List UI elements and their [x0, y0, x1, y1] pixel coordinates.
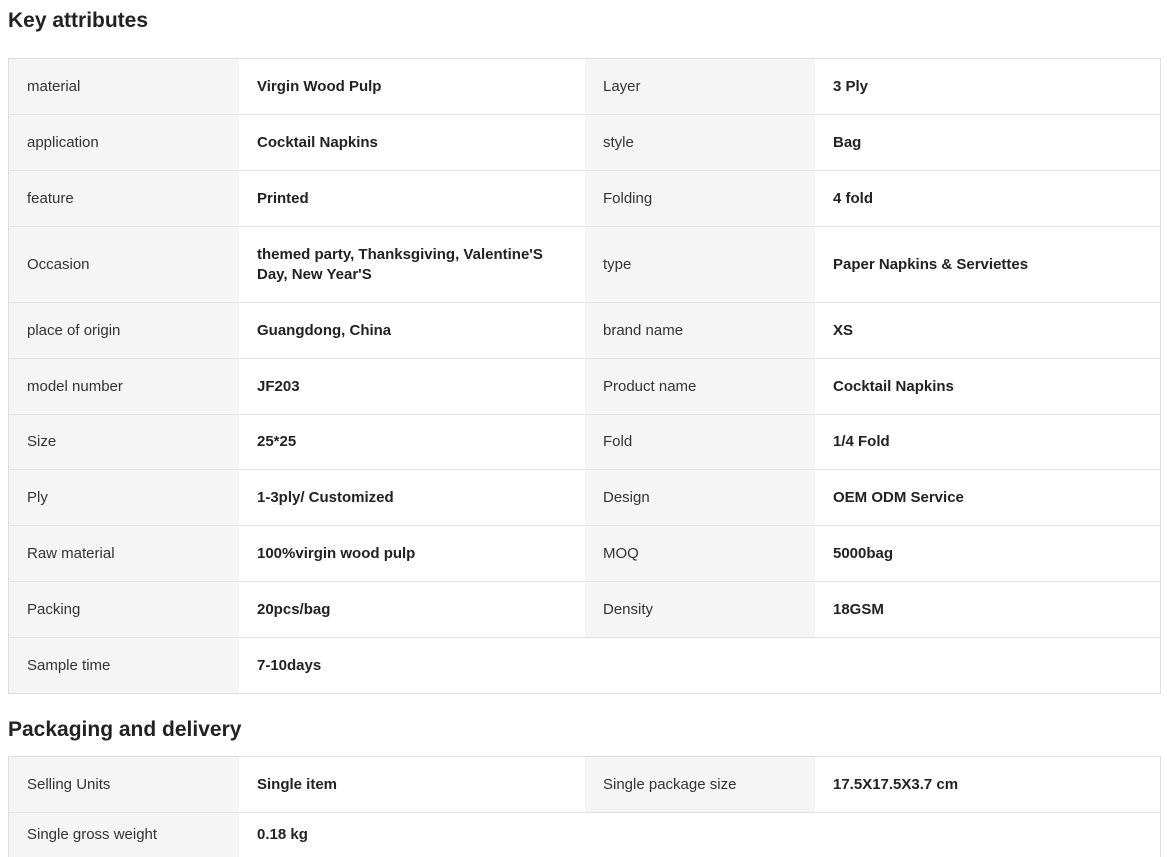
- attribute-value: 4 fold: [815, 171, 1160, 226]
- attribute-name: Ply: [9, 470, 239, 525]
- attribute-value: 1/4 Fold: [815, 415, 1160, 469]
- attribute-name: Sample time: [9, 638, 239, 693]
- attribute-name: application: [9, 115, 239, 170]
- table-row: application Cocktail Napkins style Bag: [9, 115, 1160, 171]
- attribute-name: Layer: [585, 59, 815, 114]
- attribute-name: place of origin: [9, 303, 239, 358]
- attribute-value: Virgin Wood Pulp: [239, 59, 585, 114]
- attribute-name: brand name: [585, 303, 815, 358]
- attribute-value: Bag: [815, 115, 1160, 170]
- attribute-name: Size: [9, 415, 239, 469]
- attribute-value: 1-3ply/ Customized: [239, 470, 585, 525]
- attribute-name: material: [9, 59, 239, 114]
- attribute-name: Density: [585, 582, 815, 637]
- attribute-value: 0.18 kg: [239, 813, 585, 857]
- attribute-value: 17.5X17.5X3.7 cm: [815, 757, 1160, 812]
- attribute-value: Cocktail Napkins: [239, 115, 585, 170]
- table-row: model number JF203 Product name Cocktail Na…: [9, 359, 1160, 415]
- attribute-name: feature: [9, 171, 239, 226]
- table-row: Selling Units Single item Single package s…: [9, 757, 1160, 813]
- attribute-name: Raw material: [9, 526, 239, 581]
- attribute-name: Folding: [585, 171, 815, 226]
- attribute-name: Selling Units: [9, 757, 239, 812]
- table-row: Sample time 7-10days: [9, 638, 1160, 693]
- attribute-value: Printed: [239, 171, 585, 226]
- attribute-value: Cocktail Napkins: [815, 359, 1160, 414]
- attribute-value: OEM ODM Service: [815, 470, 1160, 525]
- attribute-name: type: [585, 227, 815, 302]
- attribute-value: JF203: [239, 359, 585, 414]
- empty-cell: [585, 813, 1160, 857]
- packaging-delivery-table: Selling Units Single item Single package s…: [8, 756, 1161, 857]
- attribute-value: 100%virgin wood pulp: [239, 526, 585, 581]
- table-row: place of origin Guangdong, China brand nam…: [9, 303, 1160, 359]
- attribute-value: Guangdong, China: [239, 303, 585, 358]
- attribute-name: style: [585, 115, 815, 170]
- attribute-value: Single item: [239, 757, 585, 812]
- table-row: Single gross weight 0.18 kg: [9, 813, 1160, 857]
- attribute-value: 3 Ply: [815, 59, 1160, 114]
- table-row: Occasion themed party, Thanksgiving, Vale…: [9, 227, 1160, 303]
- attribute-name: Single package size: [585, 757, 815, 812]
- attribute-value: 7-10days: [239, 638, 585, 693]
- attribute-name: Fold: [585, 415, 815, 469]
- attribute-value: 5000bag: [815, 526, 1160, 581]
- attribute-name: Single gross weight: [9, 813, 239, 857]
- key-attributes-title: Key attributes: [8, 9, 149, 32]
- empty-cell: [585, 638, 1160, 693]
- packaging-delivery-title: Packaging and delivery: [8, 718, 242, 741]
- attribute-name: Packing: [9, 582, 239, 637]
- attribute-name: model number: [9, 359, 239, 414]
- attribute-value: 25*25: [239, 415, 585, 469]
- table-row: Ply 1-3ply/ Customized Design OEM ODM Servi…: [9, 470, 1160, 526]
- attribute-name: Design: [585, 470, 815, 525]
- attribute-value: Paper Napkins & Serviettes: [815, 227, 1160, 302]
- attribute-name: Occasion: [9, 227, 239, 302]
- attribute-value: 18GSM: [815, 582, 1160, 637]
- attribute-value: XS: [815, 303, 1160, 358]
- table-row: Size 25*25 Fold 1/4 Fold: [9, 415, 1160, 470]
- attribute-name: Product name: [585, 359, 815, 414]
- attribute-name: MOQ: [585, 526, 815, 581]
- attribute-value: 20pcs/bag: [239, 582, 585, 637]
- table-row: Packing 20pcs/bag Density 18GSM: [9, 582, 1160, 638]
- attribute-value: themed party, Thanksgiving, Valentine'S …: [239, 227, 585, 302]
- table-row: material Virgin Wood Pulp Layer 3 Ply: [9, 59, 1160, 115]
- table-row: Raw material 100%virgin wood pulp MOQ 5000b…: [9, 526, 1160, 582]
- key-attributes-table: material Virgin Wood Pulp Layer 3 Ply applic…: [8, 58, 1161, 694]
- table-row: feature Printed Folding 4 fold: [9, 171, 1160, 227]
